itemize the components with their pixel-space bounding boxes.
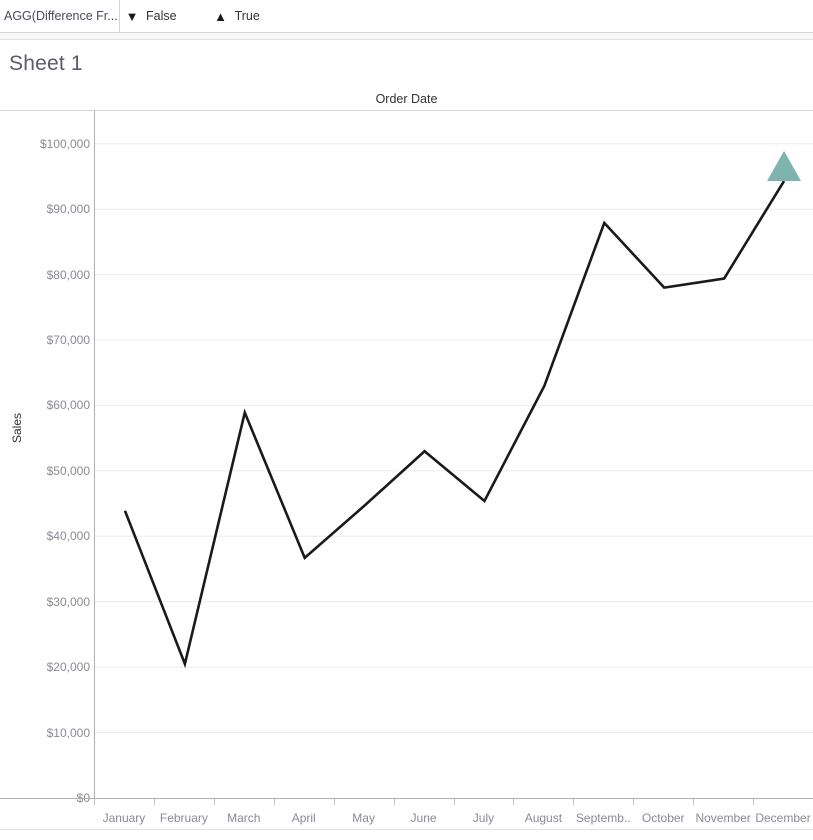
- y-tick-label: $20,000: [46, 660, 90, 675]
- x-tick-mark: [153, 799, 155, 805]
- x-tick-label[interactable]: February: [151, 811, 217, 825]
- x-axis-ticks: January February March April May June July Augu…: [94, 799, 813, 839]
- x-tick-mark: [753, 799, 755, 805]
- y-axis-ticks: $0 $10,000 $20,000 $30,000 $40,000 $50,000 $60…: [0, 88, 90, 840]
- x-tick-label[interactable]: November: [690, 811, 756, 825]
- legend-title-cell[interactable]: AGG(Difference Fr...: [0, 0, 120, 32]
- x-tick-label[interactable]: January: [91, 811, 157, 825]
- triangle-down-icon: ▼: [125, 8, 139, 24]
- legend-item-true-label: True: [234, 9, 260, 23]
- y-tick-label: $40,000: [46, 529, 90, 544]
- x-tick-label[interactable]: April: [271, 811, 337, 825]
- x-tick-label[interactable]: July: [451, 811, 517, 825]
- x-tick-label[interactable]: March: [211, 811, 277, 825]
- x-tick-mark: [453, 799, 455, 805]
- x-tick-mark: [213, 799, 215, 805]
- sheet-title[interactable]: Sheet 1: [9, 52, 83, 76]
- footer-divider: [0, 829, 813, 830]
- data-point-markers[interactable]: [767, 151, 802, 182]
- legend-title-label: AGG(Difference Fr...: [4, 9, 118, 23]
- x-tick-mark: [633, 799, 635, 805]
- plot-area[interactable]: [94, 111, 813, 798]
- y-tick-label: $80,000: [46, 267, 90, 282]
- x-tick-label[interactable]: June: [391, 811, 457, 825]
- y-tick-label: $60,000: [46, 398, 90, 413]
- legend-item-true[interactable]: ▲ True: [213, 9, 260, 23]
- marker-triangle-up[interactable]: [767, 151, 802, 182]
- x-tick-mark: [273, 799, 275, 805]
- x-tick-mark: [393, 799, 395, 805]
- y-axis-title[interactable]: Sales: [10, 413, 24, 443]
- x-tick-label[interactable]: October: [630, 811, 696, 825]
- x-tick-mark: [513, 799, 515, 805]
- legend-item-false-label: False: [146, 9, 177, 23]
- x-tick-label[interactable]: August: [510, 811, 576, 825]
- gridlines: [95, 143, 813, 734]
- y-tick-label: $50,000: [46, 463, 90, 478]
- legend-item-false[interactable]: ▼ False: [124, 9, 177, 23]
- y-tick-label: $100,000: [39, 136, 90, 151]
- sales-line-series[interactable]: [123, 180, 786, 669]
- x-tick-label[interactable]: May: [331, 811, 397, 825]
- shape-legend-card: AGG(Difference Fr... ▼ False ▲ True: [0, 0, 813, 33]
- x-tick-mark: [573, 799, 575, 805]
- x-tick-label[interactable]: Septemb..: [570, 811, 636, 825]
- y-tick-label: $10,000: [46, 725, 90, 740]
- triangle-up-icon: ▲: [214, 8, 228, 24]
- line-chart-svg: [95, 143, 813, 734]
- toolbar-spacer: [0, 33, 813, 40]
- x-tick-mark: [693, 799, 695, 805]
- x-axis-title[interactable]: Order Date: [0, 88, 813, 110]
- legend-items: ▼ False ▲ True: [124, 0, 296, 32]
- x-tick-mark: [333, 799, 335, 805]
- x-tick-mark: [94, 799, 95, 805]
- y-tick-label: $70,000: [46, 333, 90, 347]
- y-tick-label: $30,000: [46, 594, 90, 609]
- x-tick-label[interactable]: December: [750, 811, 813, 825]
- y-tick-label: $90,000: [46, 202, 90, 217]
- chart-area: Order Date $0 $10,000 $20,000 $30,000 $40,00…: [0, 88, 813, 840]
